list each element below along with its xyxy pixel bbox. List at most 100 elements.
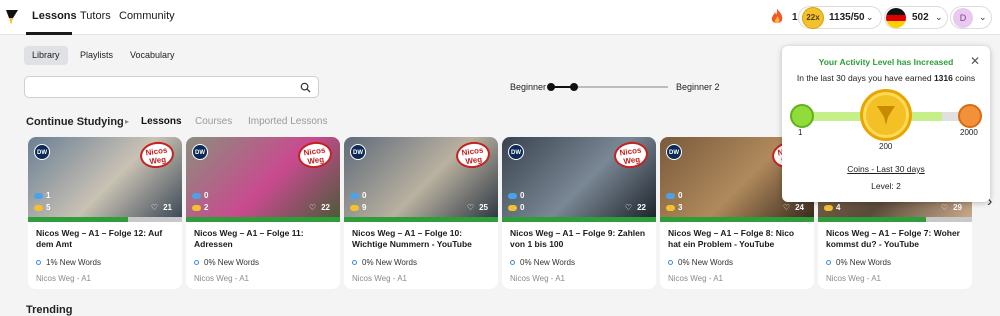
tab-lessons[interactable]: Lessons xyxy=(141,116,182,127)
lesson-progress-fill xyxy=(28,217,128,222)
lesson-source[interactable]: Nicos Weg - A1 xyxy=(826,274,881,283)
tab-library[interactable]: Library xyxy=(24,46,68,65)
lesson-progress-fill xyxy=(818,217,926,222)
known-words-count: 502 xyxy=(912,12,929,23)
level-slider-handle-min[interactable] xyxy=(547,83,555,91)
like-count: 21 xyxy=(163,203,172,212)
heart-icon[interactable]: ♡ xyxy=(467,203,474,212)
lesson-card[interactable]: DW Nicos Weg 1 5 ♡ 21 Nicos Weg – A1 – Folge 12… xyxy=(28,137,182,289)
tab-playlists[interactable]: Playlists xyxy=(72,46,121,65)
lesson-source[interactable]: Nicos Weg - A1 xyxy=(352,274,407,283)
logo-icon[interactable] xyxy=(5,8,19,26)
lesson-card[interactable]: DW Nicos Weg 0 9 ♡ 25 Nicos Weg – A1 – Folge 10… xyxy=(344,137,498,289)
lingq-count-icon xyxy=(666,205,675,211)
lesson-source[interactable]: Nicos Weg - A1 xyxy=(510,274,565,283)
new-words-percent: 0% New Words xyxy=(204,258,259,267)
avatar: D xyxy=(953,8,973,28)
coin-count: 1135/50 xyxy=(829,12,865,23)
dw-logo-icon: DW xyxy=(666,144,682,160)
new-words-icon xyxy=(510,260,515,265)
activity-level: Level: 2 xyxy=(871,181,901,191)
yellow-count: 3 xyxy=(678,203,683,212)
popup-title: Your Activity Level has Increased xyxy=(818,57,954,67)
lesson-title[interactable]: Nicos Weg – A1 – Folge 12: Auf dem Amt xyxy=(36,228,176,250)
yellow-count: 0 xyxy=(520,203,525,212)
yellow-count: 2 xyxy=(204,203,209,212)
yellow-count: 4 xyxy=(836,203,841,212)
scale-max: 2000 xyxy=(960,128,978,137)
coin-trophy-icon xyxy=(860,89,912,141)
level-to-label: Beginner 2 xyxy=(676,82,720,92)
lingq-count-icon xyxy=(192,205,201,211)
known-words-icon xyxy=(666,193,675,199)
lesson-title[interactable]: Nicos Weg – A1 – Folge 11: Adressen xyxy=(194,228,334,250)
new-words-icon xyxy=(826,260,831,265)
tab-vocabulary[interactable]: Vocabulary xyxy=(122,46,183,65)
like-count: 24 xyxy=(795,203,804,212)
heart-icon[interactable]: ♡ xyxy=(151,203,158,212)
level-slider-handle-max[interactable] xyxy=(570,83,578,91)
lesson-source[interactable]: Nicos Weg - A1 xyxy=(36,274,91,283)
chevron-down-icon: ⌄ xyxy=(979,12,987,22)
new-words-icon xyxy=(668,260,673,265)
nav-community[interactable]: Community xyxy=(119,10,175,22)
new-words-icon xyxy=(352,260,357,265)
streak-flame-icon xyxy=(771,9,783,24)
known-words-icon xyxy=(508,193,517,199)
scale-mid: 200 xyxy=(879,142,893,151)
yellow-count: 5 xyxy=(46,203,51,212)
chevron-right-icon: ▸ xyxy=(125,117,130,126)
nav-tutors[interactable]: Tutors xyxy=(80,10,111,22)
nav-lessons[interactable]: Lessons xyxy=(32,10,77,22)
scale-min: 1 xyxy=(798,128,803,137)
like-count: 22 xyxy=(321,203,330,212)
lesson-progress-fill xyxy=(344,217,498,222)
close-icon[interactable]: ✕ xyxy=(970,54,980,68)
nav-active-indicator xyxy=(26,32,72,35)
blue-count: 0 xyxy=(204,191,209,200)
search-icon[interactable] xyxy=(300,82,311,93)
trending-title: Trending xyxy=(26,304,73,316)
lesson-progress-fill xyxy=(502,217,656,222)
tab-courses[interactable]: Courses xyxy=(195,116,232,127)
like-count: 25 xyxy=(479,203,488,212)
lesson-source[interactable]: Nicos Weg - A1 xyxy=(668,274,723,283)
lingq-count-icon xyxy=(508,205,517,211)
chevron-down-icon: ⌄ xyxy=(935,12,943,22)
yellow-count: 9 xyxy=(362,203,367,212)
lesson-title[interactable]: Nicos Weg – A1 – Folge 8: Nico hat ein P… xyxy=(668,228,808,250)
dw-logo-icon: DW xyxy=(192,144,208,160)
new-words-percent: 0% New Words xyxy=(520,258,575,267)
popup-subtitle: In the last 30 days you have earned 1316… xyxy=(796,73,976,83)
lesson-card[interactable]: DW Nicos Weg 0 0 ♡ 22 Nicos Weg – A1 – Folge 9:… xyxy=(502,137,656,289)
lesson-title[interactable]: Nicos Weg – A1 – Folge 10: Wichtige Numm… xyxy=(352,228,492,250)
lesson-card[interactable]: DW Nicos Weg 0 2 ♡ 22 Nicos Weg – A1 – Folge 11… xyxy=(186,137,340,289)
blue-count: 0 xyxy=(362,191,367,200)
tab-imported-lessons[interactable]: Imported Lessons xyxy=(248,116,328,127)
earned-coins: 1316 xyxy=(933,73,953,83)
lesson-source[interactable]: Nicos Weg - A1 xyxy=(194,274,249,283)
lesson-title[interactable]: Nicos Weg – A1 – Folge 7: Woher kommst d… xyxy=(826,228,966,250)
lesson-title[interactable]: Nicos Weg – A1 – Folge 9: Zahlen von 1 b… xyxy=(510,228,650,250)
known-words-icon xyxy=(34,193,43,199)
new-words-percent: 0% New Words xyxy=(836,258,891,267)
heart-icon[interactable]: ♡ xyxy=(783,203,790,212)
coins-last-30-days-link[interactable]: Coins - Last 30 days xyxy=(782,164,990,174)
blue-count: 1 xyxy=(46,191,51,200)
heart-icon[interactable]: ♡ xyxy=(625,203,632,212)
blue-count: 0 xyxy=(678,191,683,200)
known-words-icon xyxy=(350,193,359,199)
level-1-badge-icon xyxy=(790,104,814,128)
new-words-percent: 0% New Words xyxy=(362,258,417,267)
activity-level-popup: Your Activity Level has Increased ✕ In t… xyxy=(782,46,990,202)
streak-count: 1 xyxy=(792,12,798,23)
search-input[interactable] xyxy=(24,76,319,98)
known-words-icon xyxy=(192,193,201,199)
dw-logo-icon: DW xyxy=(508,144,524,160)
heart-icon[interactable]: ♡ xyxy=(309,203,316,212)
heart-icon[interactable]: ♡ xyxy=(941,203,948,212)
new-words-icon xyxy=(36,260,41,265)
new-words-percent: 1% New Words xyxy=(46,258,101,267)
lingq-count-icon xyxy=(350,205,359,211)
blue-count: 0 xyxy=(520,191,525,200)
